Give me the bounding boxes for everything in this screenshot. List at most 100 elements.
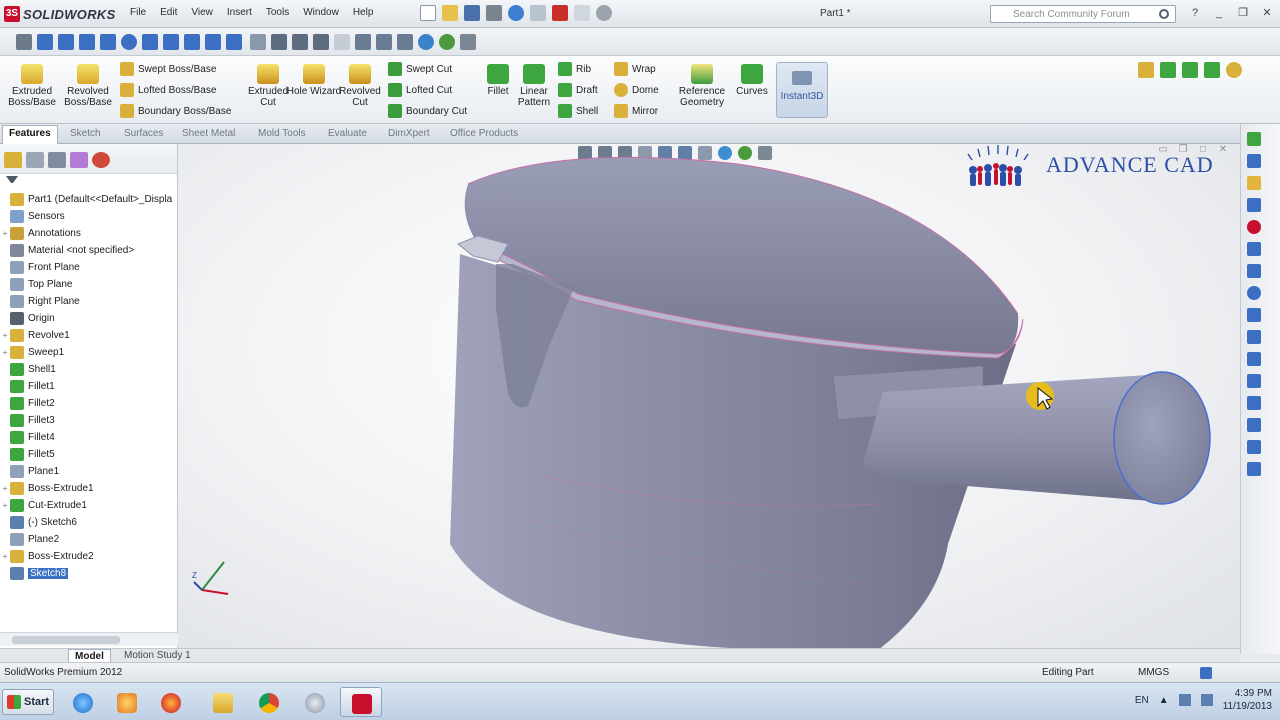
shell-button[interactable]: Shell bbox=[558, 102, 598, 120]
pointer-icon[interactable] bbox=[16, 34, 32, 50]
tree-item[interactable]: Sketch8 bbox=[0, 565, 178, 582]
configuration-manager-tab-icon[interactable] bbox=[48, 152, 66, 168]
open-icon[interactable] bbox=[442, 5, 458, 21]
menu-view[interactable]: View bbox=[191, 7, 213, 18]
property-manager-tab-icon[interactable] bbox=[26, 152, 44, 168]
tree-item[interactable]: Plane2 bbox=[0, 531, 178, 548]
options-toolbar-icon[interactable] bbox=[1138, 62, 1154, 78]
language-indicator[interactable]: EN bbox=[1135, 695, 1149, 706]
tab-sheet-metal[interactable]: Sheet Metal bbox=[176, 126, 241, 143]
arc-icon[interactable] bbox=[142, 34, 158, 50]
menu-window[interactable]: Window bbox=[303, 7, 339, 18]
graphics-area[interactable]: ADVANCE CAD ▭ ❐ □ ✕ Z bbox=[178, 144, 1240, 650]
tree-item[interactable]: Fillet2 bbox=[0, 395, 178, 412]
menu-insert[interactable]: Insert bbox=[227, 7, 252, 18]
handle-end-cap[interactable] bbox=[1113, 371, 1211, 505]
swept-cut-button[interactable]: Swept Cut bbox=[388, 60, 452, 78]
expander-icon[interactable]: + bbox=[0, 229, 10, 238]
tab-features[interactable]: Features bbox=[2, 125, 58, 144]
rectangle-icon[interactable] bbox=[100, 34, 116, 50]
tree-item[interactable]: + Revolve1 bbox=[0, 327, 178, 344]
tree-item[interactable]: + Cut-Extrude1 bbox=[0, 497, 178, 514]
expander-icon[interactable]: + bbox=[0, 552, 10, 561]
convert-tool-icon[interactable] bbox=[1247, 440, 1261, 454]
reference-geometry-button[interactable]: Reference Geometry bbox=[672, 64, 732, 108]
expander-icon[interactable]: + bbox=[0, 501, 10, 510]
tray-arrow-icon[interactable]: ▲ bbox=[1159, 695, 1169, 706]
tab-sketch[interactable]: Sketch bbox=[64, 126, 107, 143]
menu-tools[interactable]: Tools bbox=[266, 7, 289, 18]
view-orientation-icon[interactable] bbox=[355, 34, 371, 50]
taskbar-firefox[interactable] bbox=[150, 687, 192, 717]
minimize-button[interactable]: _ bbox=[1210, 5, 1228, 21]
dome-button[interactable]: Dome bbox=[614, 81, 659, 99]
tree-item[interactable]: (-) Sketch6 bbox=[0, 514, 178, 531]
display-style-icon[interactable] bbox=[376, 34, 392, 50]
zoom-fit-icon[interactable] bbox=[271, 34, 287, 50]
tree-item[interactable]: Fillet3 bbox=[0, 412, 178, 429]
revolved-cut-button[interactable]: Revolved Cut bbox=[332, 64, 388, 108]
units-selector[interactable]: MMGS bbox=[1138, 667, 1169, 678]
tab-surfaces[interactable]: Surfaces bbox=[118, 126, 169, 143]
instant3d-button[interactable]: Instant3D bbox=[776, 62, 828, 118]
scenes-icon[interactable] bbox=[439, 34, 455, 50]
appearances-icon[interactable] bbox=[1247, 220, 1261, 234]
customize-icon[interactable] bbox=[1160, 62, 1176, 78]
design-library-icon[interactable] bbox=[1247, 154, 1261, 168]
menu-edit[interactable]: Edit bbox=[160, 7, 177, 18]
feature-manager-tab-icon[interactable] bbox=[4, 152, 22, 168]
offset-tool-icon[interactable] bbox=[1247, 418, 1261, 432]
select-icon[interactable] bbox=[530, 5, 546, 21]
tree-item[interactable]: Shell1 bbox=[0, 361, 178, 378]
tab-office-products[interactable]: Office Products bbox=[444, 126, 524, 143]
taskbar-explorer[interactable] bbox=[202, 687, 244, 717]
display-manager-tab-icon[interactable] bbox=[92, 152, 110, 168]
menu-help[interactable]: Help bbox=[353, 7, 374, 18]
lofted-boss-button[interactable]: Lofted Boss/Base bbox=[120, 81, 216, 99]
undo-icon[interactable] bbox=[508, 5, 524, 21]
draft-button[interactable]: Draft bbox=[558, 81, 598, 99]
new-icon[interactable] bbox=[420, 5, 436, 21]
addins-icon[interactable] bbox=[1226, 62, 1242, 78]
print-icon[interactable] bbox=[486, 5, 502, 21]
network-icon[interactable] bbox=[1178, 694, 1191, 706]
start-button[interactable]: Start bbox=[2, 689, 54, 715]
tree-root-part[interactable]: Part1 (Default<<Default>_Displa bbox=[0, 191, 178, 208]
part-model[interactable] bbox=[178, 144, 1240, 650]
tree-item[interactable]: Plane1 bbox=[0, 463, 178, 480]
tree-item[interactable]: + Boss-Extrude1 bbox=[0, 480, 178, 497]
close-button[interactable]: ✕ bbox=[1258, 5, 1276, 21]
solidworks-logo[interactable]: 3S SOLIDWORKS bbox=[4, 5, 116, 23]
zoom-area-icon[interactable] bbox=[292, 34, 308, 50]
taskbar-ie[interactable] bbox=[62, 687, 104, 717]
mirror-tool-icon[interactable] bbox=[1247, 396, 1261, 410]
scrollbar-thumb[interactable] bbox=[12, 636, 120, 644]
macro-icon[interactable] bbox=[1204, 62, 1220, 78]
dimxpert-manager-tab-icon[interactable] bbox=[70, 152, 88, 168]
spline-icon[interactable] bbox=[163, 34, 179, 50]
pattern-tool-icon[interactable] bbox=[1247, 462, 1261, 476]
boundary-cut-button[interactable]: Boundary Cut bbox=[388, 102, 467, 120]
expander-icon[interactable]: + bbox=[0, 348, 10, 357]
lofted-cut-button[interactable]: Lofted Cut bbox=[388, 81, 452, 99]
edit-appearance-icon[interactable] bbox=[418, 34, 434, 50]
tree-item[interactable]: Fillet5 bbox=[0, 446, 178, 463]
tab-mold-tools[interactable]: Mold Tools bbox=[252, 126, 312, 143]
help-icon[interactable]: ? bbox=[1186, 5, 1204, 21]
linear-pattern-button[interactable]: Linear Pattern bbox=[506, 64, 562, 108]
hide-show-icon[interactable] bbox=[397, 34, 413, 50]
menu-file[interactable]: File bbox=[130, 7, 146, 18]
centerline-icon[interactable] bbox=[205, 34, 221, 50]
tree-item[interactable]: Top Plane bbox=[0, 276, 178, 293]
text-tool-icon[interactable] bbox=[1247, 352, 1261, 366]
smart-dimension-icon[interactable] bbox=[58, 34, 74, 50]
options-icon[interactable] bbox=[596, 5, 612, 21]
wrap-button[interactable]: Wrap bbox=[614, 60, 656, 78]
spline-tool-icon[interactable] bbox=[1247, 308, 1261, 322]
filter-icon[interactable] bbox=[6, 176, 18, 186]
mirror-button[interactable]: Mirror bbox=[614, 102, 658, 120]
rib-button[interactable]: Rib bbox=[558, 60, 591, 78]
view-settings-icon[interactable] bbox=[460, 34, 476, 50]
swept-boss-button[interactable]: Swept Boss/Base bbox=[120, 60, 216, 78]
circle-icon[interactable] bbox=[121, 34, 137, 50]
